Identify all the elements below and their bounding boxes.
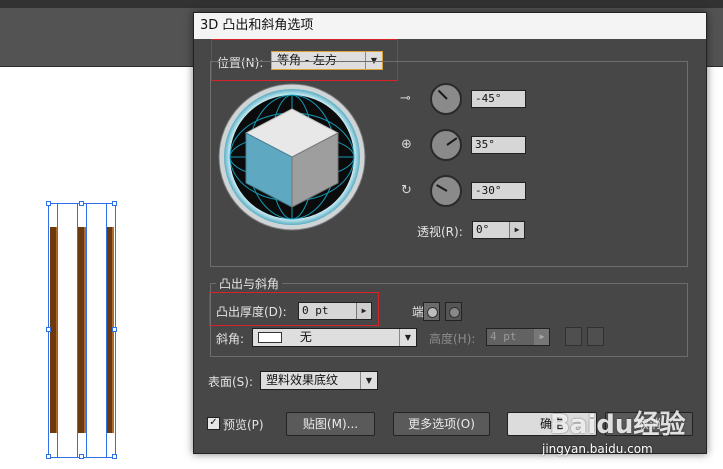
z-axis-rotate-icon: ↻ [401, 183, 412, 198]
z-rotation-input[interactable]: -30° [471, 182, 526, 200]
chevron-right-icon[interactable]: ▶ [356, 303, 371, 319]
ok-button[interactable]: 确定 [507, 412, 597, 436]
selection-handle[interactable] [79, 201, 84, 206]
chevron-right-icon[interactable]: ▶ [534, 329, 549, 345]
bevel-label: 斜角: [216, 332, 245, 346]
height-input[interactable]: 4 pt ▶ [486, 328, 550, 346]
perspective-label: 透视(R): [417, 225, 463, 239]
dial-needle [437, 89, 448, 100]
bevel-out-button[interactable] [565, 327, 582, 346]
selection-handle[interactable] [112, 327, 117, 332]
x-rotation-dial[interactable] [430, 83, 462, 115]
x-rotation-input[interactable]: -45° [471, 90, 526, 108]
cancel-button[interactable]: 取消 [605, 412, 693, 436]
y-axis-rotate-icon: ⊕ [401, 137, 412, 152]
selection-handle[interactable] [46, 454, 51, 459]
extrude-depth-value: 0 pt [302, 304, 329, 317]
y-rotation-dial[interactable] [430, 129, 462, 161]
preview-label: 预览(P) [223, 418, 264, 432]
track-cube-graphic [218, 83, 366, 231]
selection-handle[interactable] [79, 454, 84, 459]
cap-on-button[interactable] [423, 302, 440, 321]
z-rotation-dial[interactable] [430, 175, 462, 207]
bevel-in-button[interactable] [587, 327, 604, 346]
dial-needle [446, 137, 458, 146]
rotation-track-cube[interactable] [218, 83, 366, 231]
bevel-select[interactable]: 无 ▼ [252, 328, 417, 347]
extrude-section-title: 凸出与斜角 [216, 275, 283, 292]
perspective-value: 0° [476, 223, 490, 236]
selection-handle[interactable] [112, 201, 117, 206]
selected-artwork[interactable] [46, 201, 117, 459]
selection-handle[interactable] [46, 327, 51, 332]
extrude-bevel-dialog: 3D 凸出和斜角选项 位置(N): 等角 - 左方 ▼ ⊸ -45° ⊕ 35°… [193, 12, 707, 454]
chevron-right-icon[interactable]: ▶ [509, 222, 524, 238]
chevron-down-icon: ▼ [360, 372, 377, 389]
y-rotation-input[interactable]: 35° [471, 136, 526, 154]
dial-needle [436, 184, 448, 192]
surface-select[interactable]: 塑料效果底纹 ▼ [260, 371, 378, 390]
stripe-outline [77, 203, 87, 458]
perspective-input[interactable]: 0° ▶ [472, 221, 525, 239]
extrude-depth-label: 凸出厚度(D): [216, 305, 287, 319]
more-options-button[interactable]: 更多选项(O) [393, 412, 490, 436]
bevel-swatch [258, 332, 282, 343]
selection-handle[interactable] [112, 454, 117, 459]
selection-handle[interactable] [46, 201, 51, 206]
bevel-value: 无 [299, 330, 312, 344]
surface-value: 塑料效果底纹 [266, 373, 339, 387]
cap-off-button[interactable] [445, 302, 462, 321]
surface-label: 表面(S): [208, 375, 254, 389]
dialog-title: 3D 凸出和斜角选项 [194, 13, 706, 39]
height-label: 高度(H): [429, 332, 476, 346]
extrude-depth-input[interactable]: 0 pt ▶ [298, 302, 372, 320]
x-axis-rotate-icon: ⊸ [400, 91, 411, 106]
map-button[interactable]: 贴图(M)... [286, 412, 375, 436]
app-title-bar [0, 0, 723, 8]
preview-checkbox[interactable]: ✓ [207, 417, 220, 430]
height-value: 4 pt [490, 330, 517, 343]
chevron-down-icon: ▼ [399, 329, 416, 346]
